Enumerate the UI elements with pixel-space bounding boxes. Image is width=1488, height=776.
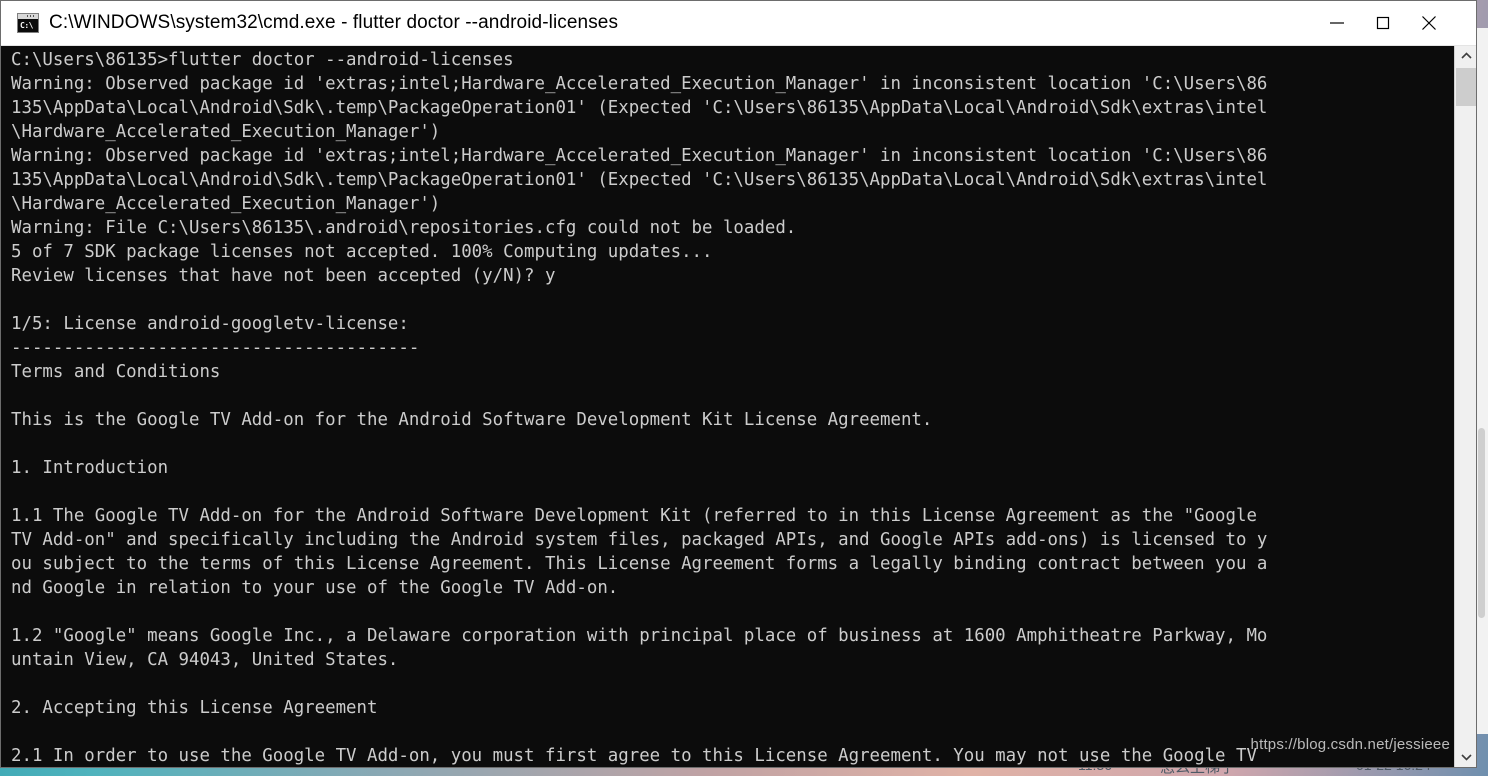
console-line: Warning: File C:\Users\86135\.android\re… <box>11 218 797 238</box>
console-line: 135\AppData\Local\Android\Sdk\.temp\Pack… <box>11 170 1268 190</box>
window-titlebar[interactable]: C:\ C:\WINDOWS\system32\cmd.exe - flutte… <box>1 1 1476 46</box>
console-line: 1. Introduction <box>11 458 169 478</box>
maximize-icon <box>1376 16 1390 30</box>
scroll-up-arrow-icon[interactable] <box>1455 46 1476 66</box>
cmd-icon-titlebar-strip <box>18 14 38 19</box>
cmd-icon-prompt-text: C:\ <box>20 21 33 30</box>
console-line: C:\Users\86135>flutter doctor --android-… <box>11 50 514 70</box>
console-line: \Hardware_Accelerated_Execution_Manager'… <box>11 194 441 214</box>
console-output[interactable]: C:\Users\86135>flutter doctor --android-… <box>1 46 1454 767</box>
console-line: Review licenses that have not been accep… <box>11 266 556 286</box>
console-scrollbar[interactable] <box>1454 46 1476 767</box>
console-line: TV Add-on" and specifically including th… <box>11 530 1268 550</box>
window-title: C:\WINDOWS\system32\cmd.exe - flutter do… <box>49 12 619 33</box>
maximize-button[interactable] <box>1360 1 1406 46</box>
console-line: 135\AppData\Local\Android\Sdk\.temp\Pack… <box>11 98 1268 118</box>
console-line: 1/5: License android-googletv-license: <box>11 314 409 334</box>
console-line: --------------------------------------- <box>11 338 420 358</box>
console-line: This is the Google TV Add-on for the And… <box>11 410 933 430</box>
console-line: Warning: Observed package id 'extras;int… <box>11 146 1268 166</box>
console-line: untain View, CA 94043, United States. <box>11 650 399 670</box>
console-line: Terms and Conditions <box>11 362 221 382</box>
minimize-button[interactable] <box>1314 1 1360 46</box>
cmd-window[interactable]: C:\ C:\WINDOWS\system32\cmd.exe - flutte… <box>0 0 1477 768</box>
scrollbar-thumb[interactable] <box>1456 68 1476 106</box>
cmd-console-icon: C:\ <box>17 13 39 33</box>
close-icon <box>1422 16 1436 30</box>
console-line: \Hardware_Accelerated_Execution_Manager'… <box>11 122 441 142</box>
console-line: 5 of 7 SDK package licenses not accepted… <box>11 242 713 262</box>
close-button[interactable] <box>1406 1 1452 46</box>
console-line: 2. Accepting this License Agreement <box>11 698 378 718</box>
console-line: 1.2 "Google" means Google Inc., a Delawa… <box>11 626 1268 646</box>
minimize-icon <box>1330 22 1344 24</box>
console-line: 1.1 The Google TV Add-on for the Android… <box>11 506 1257 526</box>
background-window-right-scrollbar[interactable] <box>1478 428 1485 618</box>
terminal-area[interactable]: C:\Users\86135>flutter doctor --android-… <box>1 46 1476 767</box>
console-line: nd Google in relation to your use of the… <box>11 578 619 598</box>
scroll-down-arrow-icon[interactable] <box>1455 747 1476 767</box>
console-line: ou subject to the terms of this License … <box>11 554 1268 574</box>
console-line: Warning: Observed package id 'extras;int… <box>11 74 1268 94</box>
console-line: 2.1 In order to use the Google TV Add-on… <box>11 746 1257 766</box>
